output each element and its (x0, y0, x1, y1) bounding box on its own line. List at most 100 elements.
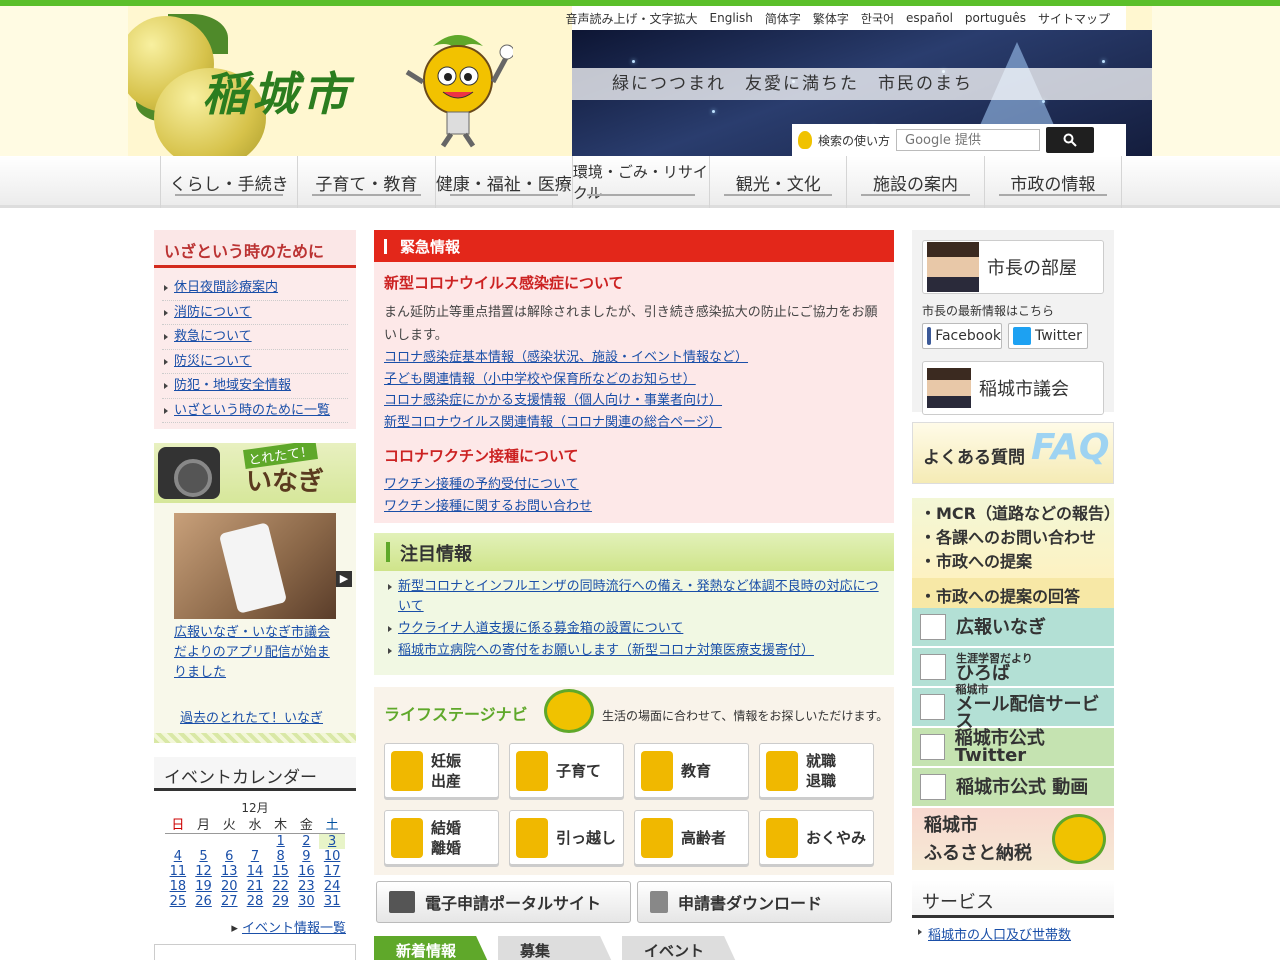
calendar-day-link[interactable]: 30 (298, 894, 315, 909)
life-button-employment[interactable]: 就職 退職 (759, 743, 874, 798)
list-item[interactable]: 休日夜間診療案内 (162, 276, 348, 301)
lang-link[interactable]: 简体字 (765, 10, 801, 27)
e-application-button[interactable]: 電子申請ポータルサイト (376, 881, 631, 923)
emergency-side-link[interactable]: 防犯・地域安全情報 (174, 378, 291, 393)
search-help-link[interactable]: 検索の使い方 (818, 132, 890, 149)
calendar-day-link[interactable]: 23 (298, 879, 315, 894)
calendar-day-link[interactable]: 26 (195, 894, 212, 909)
corona-link[interactable]: 新型コロナウイルス関連情報（コロナ関連の総合ページ） (384, 412, 884, 434)
calendar-day-link[interactable]: 19 (195, 879, 212, 894)
lang-link[interactable]: português (965, 11, 1026, 25)
calendar-day-link[interactable]: 17 (324, 864, 341, 879)
vaccine-link[interactable]: ワクチン接種の予約受付について (384, 474, 884, 496)
emergency-side-link[interactable]: いざという時のために一覧 (174, 403, 330, 418)
calendar-day-link[interactable]: 20 (221, 879, 238, 894)
proposal-link[interactable]: ・市政への提案 (920, 550, 1114, 574)
sitemap-link[interactable]: サイトマップ (1038, 10, 1110, 27)
tab-recruit[interactable]: 募集 (498, 936, 614, 960)
life-button-marriage[interactable]: 結婚 離婚 (384, 810, 499, 865)
calendar-day-link[interactable]: 16 (298, 864, 315, 879)
lang-link[interactable]: español (906, 11, 953, 25)
calendar-day-link[interactable]: 6 (225, 849, 233, 864)
calendar-day-link[interactable]: 12 (195, 864, 212, 879)
twitter-button[interactable]: Twitter (1008, 323, 1088, 349)
emergency-side-link[interactable]: 休日夜間診療案内 (174, 280, 278, 295)
life-button-elderly[interactable]: 高齢者 (634, 810, 749, 865)
calendar-day-link[interactable]: 7 (251, 849, 259, 864)
corona-link[interactable]: コロナ感染症にかかる支援情報（個人向け・事業者向け） (384, 390, 884, 412)
attention-link[interactable]: ウクライナ人道支援に係る募金箱の設置について (398, 621, 683, 636)
calendar-day-link[interactable]: 10 (324, 849, 341, 864)
list-item[interactable]: いざという時のために一覧 (162, 399, 348, 423)
council-button[interactable]: 稲城市議会 (922, 361, 1104, 415)
life-button-childcare[interactable]: 子育て (509, 743, 624, 798)
calendar-day-link[interactable]: 31 (324, 894, 341, 909)
lang-link[interactable]: 한국어 (861, 10, 894, 27)
calendar-day-link[interactable]: 25 (170, 894, 187, 909)
calendar-day-link[interactable]: 29 (272, 894, 289, 909)
mail-service-banner[interactable]: 稲城市 メール配信サービス (912, 684, 1114, 731)
proposal-answer-link[interactable]: ・市政への提案の回答 (912, 578, 1114, 608)
nav-item-kenko[interactable]: 健康・福祉・医療 (434, 156, 572, 208)
emergency-side-link[interactable]: 防災について (174, 354, 252, 369)
search-input[interactable] (896, 129, 1041, 151)
list-item[interactable]: 防犯・地域安全情報 (162, 374, 348, 399)
life-button-moving[interactable]: 引っ越し (509, 810, 624, 865)
faq-banner[interactable]: よくある質問 FAQ (912, 422, 1114, 484)
calendar-day-link[interactable]: 3 (328, 834, 336, 849)
tab-new[interactable]: 新着情報 (374, 936, 490, 960)
calendar-day-link[interactable]: 15 (272, 864, 289, 879)
city-logo[interactable]: 稲城市 (202, 58, 352, 124)
calendar-day-link[interactable]: 22 (272, 879, 289, 894)
nav-item-kosodate[interactable]: 子育て・教育 (297, 156, 434, 208)
event-list-link[interactable]: イベント情報一覧 (242, 921, 346, 936)
calendar-day-link[interactable]: 4 (174, 849, 182, 864)
next-arrow-icon[interactable]: ▶ (336, 571, 352, 587)
toretate-caption-link[interactable]: 広報いなぎ・いなぎ市議会だよりのアプリ配信が始まりました (174, 623, 336, 683)
hiroba-banner[interactable]: 生涯学習だより ひろば (912, 648, 1114, 688)
nav-item-kurashi[interactable]: くらし・手続き (160, 156, 297, 208)
calendar-day-link[interactable]: 11 (170, 864, 187, 879)
calendar-day-link[interactable]: 27 (221, 894, 238, 909)
mcr-link[interactable]: ・MCR（道路などの報告） (920, 502, 1120, 526)
calendar-day-link[interactable]: 14 (247, 864, 264, 879)
search-button[interactable] (1046, 127, 1095, 153)
smartphone-photo[interactable] (174, 513, 336, 619)
calendar-day-link[interactable]: 8 (277, 849, 285, 864)
emergency-side-link[interactable]: 消防について (174, 305, 252, 320)
calendar-day-link[interactable]: 24 (324, 879, 341, 894)
list-item[interactable]: 救急について (162, 325, 348, 350)
nav-item-shisetsu[interactable]: 施設の案内 (846, 156, 983, 208)
facebook-button[interactable]: Facebook (922, 323, 1002, 349)
calendar-day-link[interactable]: 21 (247, 879, 264, 894)
attention-link[interactable]: 新型コロナとインフルエンザの同時流行への備え・発熱など体調不良時の対応について (398, 579, 879, 614)
inquiry-link[interactable]: ・各課へのお問い合わせ (920, 526, 1114, 550)
calendar-day-link[interactable]: 5 (199, 849, 207, 864)
lang-link[interactable]: 繁体字 (813, 10, 849, 27)
form-download-button[interactable]: 申請書ダウンロード (637, 881, 892, 923)
toretate-past-link[interactable]: 過去のとれたて！いなぎ (180, 707, 323, 726)
nav-item-kanko[interactable]: 観光・文化 (709, 156, 846, 208)
furusato-tax-banner[interactable]: 稲城市 ふるさと納税 (912, 808, 1114, 870)
list-item[interactable]: 消防について (162, 301, 348, 325)
mayor-room-button[interactable]: 市長の部屋 (922, 240, 1104, 294)
calendar-day-link[interactable]: 2 (302, 834, 310, 849)
vaccine-link[interactable]: ワクチン接種に関するお問い合わせ (384, 496, 884, 518)
life-button-condolence[interactable]: おくやみ (759, 810, 874, 865)
life-button-education[interactable]: 教育 (634, 743, 749, 798)
calendar-day-link[interactable]: 9 (302, 849, 310, 864)
tab-event[interactable]: イベント (622, 936, 738, 960)
official-video-banner[interactable]: 稲城市公式 動画 (912, 768, 1114, 808)
nav-item-shisei[interactable]: 市政の情報 (983, 156, 1122, 208)
calendar-day-link[interactable]: 28 (247, 894, 264, 909)
corona-link[interactable]: コロナ感染症基本情報（感染状況、施設・イベント情報など） (384, 347, 884, 369)
population-link[interactable]: 稲城市の人口及び世帯数 (928, 928, 1071, 943)
attention-link[interactable]: 稲城市立病院への寄付をお願いします（新型コロナ対策医療支援寄付） (398, 643, 814, 658)
koho-inagi-banner[interactable]: 広報いなぎ (912, 608, 1114, 648)
lang-link[interactable]: English (710, 11, 753, 25)
life-button-pregnancy[interactable]: 妊娠 出産 (384, 743, 499, 798)
lang-link[interactable]: 音声読み上げ・文字拡大 (566, 10, 698, 27)
calendar-day-link[interactable]: 1 (277, 834, 285, 849)
calendar-day-link[interactable]: 13 (221, 864, 238, 879)
official-twitter-banner[interactable]: 稲城市公式 Twitter (912, 728, 1114, 768)
